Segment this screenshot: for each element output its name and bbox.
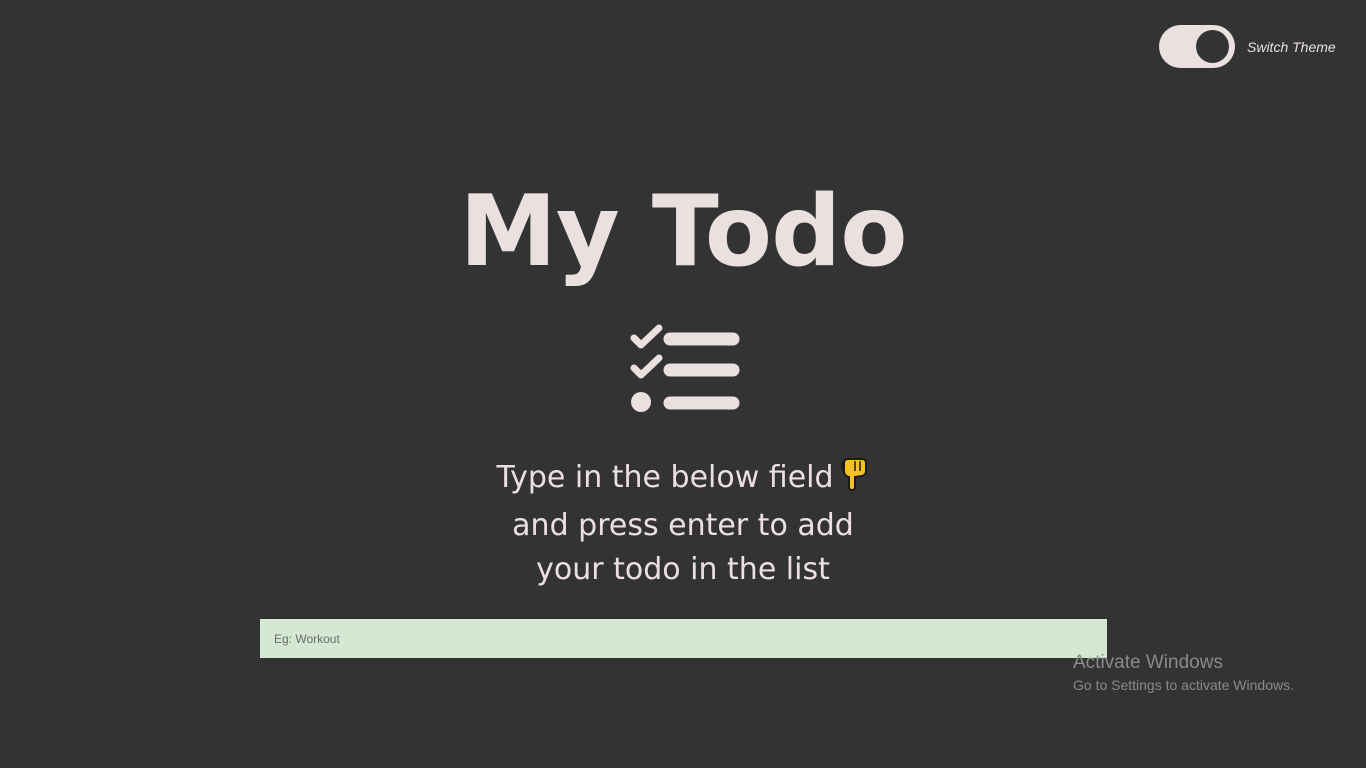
todo-input[interactable] [260,619,1107,658]
instruction-text-1: Type in the below field [496,460,834,495]
pointing-down-hand-icon [840,455,870,504]
instructions: Type in the below field and press enter … [0,455,1366,592]
theme-toggle[interactable] [1159,25,1235,68]
instruction-line-2: and press enter to add [512,508,854,543]
instruction-line-3: your todo in the list [536,552,830,587]
theme-switch: Switch Theme [1159,25,1336,68]
app-page: Switch Theme My Todo Type in the below f… [0,0,1366,768]
instruction-line-1: Type in the below field [0,455,1366,504]
checklist-icon [630,324,740,412]
theme-switch-label: Switch Theme [1247,38,1336,55]
page-title: My Todo [459,175,907,289]
watermark-subtitle: Go to Settings to activate Windows. [1073,677,1294,693]
watermark-title: Activate Windows [1073,652,1223,673]
toggle-knob [1196,30,1229,63]
activate-windows-watermark: Activate Windows Go to Settings to activ… [1073,651,1294,695]
